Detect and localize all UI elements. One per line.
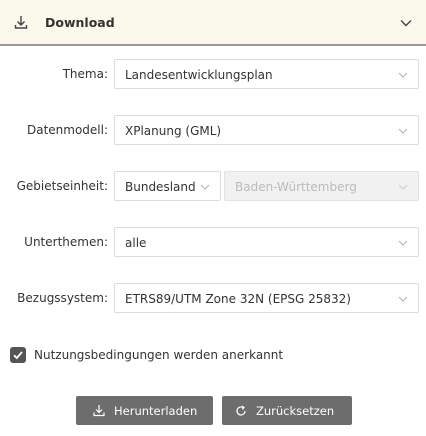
panel-title: Download bbox=[45, 15, 115, 30]
thema-select[interactable]: Landesentwicklungsplan bbox=[114, 59, 419, 89]
bundesland-value: Baden-Württemberg bbox=[235, 180, 357, 194]
terms-consent[interactable]: Nutzungsbedingungen werden anerkannt bbox=[10, 346, 283, 364]
download-icon bbox=[14, 16, 28, 29]
checkmark-icon bbox=[13, 351, 23, 360]
chevron-down-icon bbox=[398, 128, 408, 134]
chevron-down-icon bbox=[398, 240, 408, 246]
datenmodell-row: Datenmodell: XPlanung (GML) bbox=[0, 115, 426, 145]
bezugssystem-value: ETRS89/UTM Zone 32N (EPSG 25832) bbox=[125, 292, 351, 306]
gebietseinheit-select[interactable]: Bundesland bbox=[114, 171, 221, 201]
unterthemen-select[interactable]: alle bbox=[114, 227, 419, 257]
chevron-down-icon bbox=[200, 184, 210, 190]
thema-label: Thema: bbox=[62, 67, 108, 81]
bezugssystem-label: Bezugssystem: bbox=[17, 291, 108, 305]
download-icon bbox=[93, 405, 105, 417]
download-button-label: Herunterladen bbox=[114, 403, 198, 418]
chevron-down-icon bbox=[398, 184, 408, 190]
datenmodell-select[interactable]: XPlanung (GML) bbox=[114, 115, 419, 145]
bezugssystem-select[interactable]: ETRS89/UTM Zone 32N (EPSG 25832) bbox=[114, 283, 419, 313]
reset-button-label: Zurücksetzen bbox=[256, 403, 335, 418]
datenmodell-value: XPlanung (GML) bbox=[125, 124, 222, 138]
chevron-down-icon bbox=[398, 296, 408, 302]
download-button[interactable]: Herunterladen bbox=[76, 396, 213, 425]
datenmodell-label: Datenmodell: bbox=[26, 123, 108, 137]
gebietseinheit-label: Gebietseinheit: bbox=[16, 179, 108, 193]
unterthemen-label: Unterthemen: bbox=[24, 235, 108, 249]
gebietseinheit-value: Bundesland bbox=[125, 180, 196, 194]
reset-button[interactable]: Zurücksetzen bbox=[222, 396, 352, 425]
download-panel-header[interactable]: Download bbox=[0, 0, 426, 46]
terms-label: Nutzungsbedingungen werden anerkannt bbox=[34, 348, 284, 362]
thema-value: Landesentwicklungsplan bbox=[125, 68, 273, 82]
bundesland-select: Baden-Württemberg bbox=[224, 171, 419, 201]
gebietseinheit-row: Gebietseinheit: Bundesland Baden-Württem… bbox=[0, 171, 426, 201]
refresh-icon bbox=[236, 405, 246, 416]
unterthemen-value: alle bbox=[125, 236, 147, 250]
thema-row: Thema: Landesentwicklungsplan bbox=[0, 59, 426, 89]
bezugssystem-row: Bezugssystem: ETRS89/UTM Zone 32N (EPSG … bbox=[0, 283, 426, 313]
chevron-down-icon[interactable] bbox=[399, 16, 413, 30]
terms-checkbox[interactable] bbox=[10, 347, 26, 363]
chevron-down-icon bbox=[398, 72, 408, 78]
unterthemen-row: Unterthemen: alle bbox=[0, 227, 426, 257]
